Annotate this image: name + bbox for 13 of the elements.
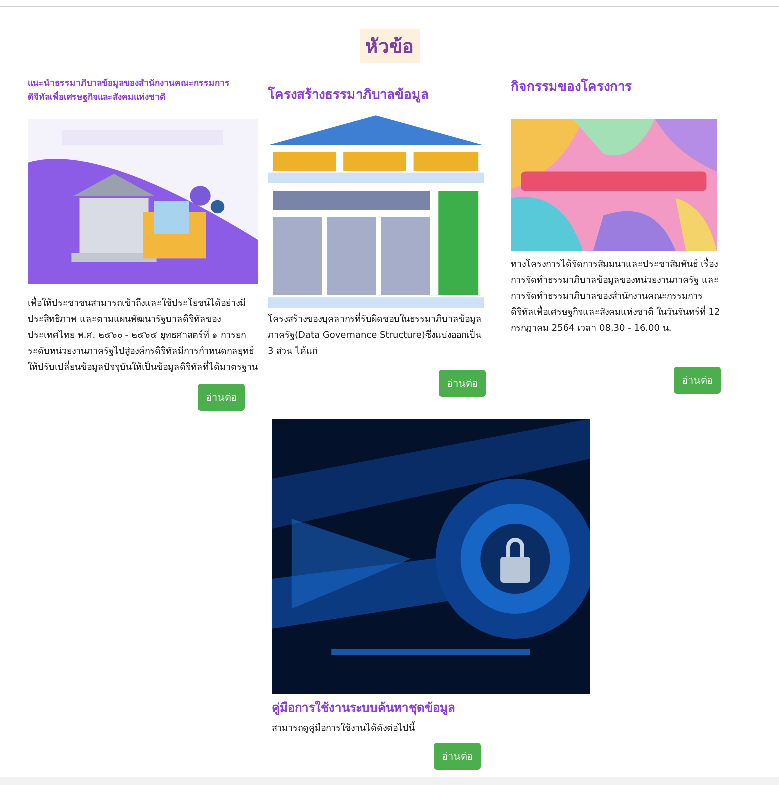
read-more-button[interactable]: อ่านต่อ bbox=[198, 384, 245, 411]
card-title[interactable]: โครงสร้างธรรมาภิบาลข้อมูล bbox=[268, 87, 486, 113]
card-description: เพื่อให้ประชาชนสามารถเข้าถึงและใช้ประโยชน์ได้อย่างมีประสิทธิภาพ และตามแผนพัฒนารัฐบาลดิจิทัลของประเทศไทย พ.ศ. ๒๕๖๐ - ๒๕๖๕ ยุทธศาสตร์ที่ ๑ การยกระดับหน่วยงานภาครัฐไปสู่องค์กรดิจิทัลมีการกำหนดกลยุทธ์ให้ปรับเปลี่ยนข้อมูลปัจจุบันให้เป็นข้อมูลดิจิทัลที่ได้มาตรฐาน bbox=[28, 296, 260, 376]
card-description: โครงสร้างของบุคลากรที่รับผิดชอบในธรรมาภิบาลข้อมูลภาครัฐ(Data Governance Structure)ซึ่งแบ่งออกเป็น 3 ส่วน ได้แก่ bbox=[268, 312, 486, 360]
card-description: ทางโครงการได้จัดการสัมมนาและประชาสัมพันธ์ เรื่อง การจัดทำธรรมาภิบาลข้อมูลของหน่วยงานภาครัฐ และการจัดทำธรรมาภิบาลของสำนักงานคณะกรรมการดิจิทัลเพื่อเศรษฐกิจและสังคมแห่งชาติ ในวันจันทร์ที่ 12 กรกฎาคม 2564 เวลา 08.30 - 16.00 น. bbox=[511, 257, 721, 337]
card-description: สามารถดูคู่มือการใช้งานได้ดังต่อไปนี้ bbox=[272, 721, 592, 735]
read-more-button[interactable]: อ่านต่อ bbox=[439, 370, 486, 397]
read-more-button[interactable]: อ่านต่อ bbox=[434, 743, 481, 770]
section-heading: หัวข้อ bbox=[360, 29, 420, 63]
card-title[interactable]: คู่มือการใช้งานระบบค้นหาชุดข้อมูล bbox=[272, 698, 592, 717]
card-title[interactable]: แนะนำธรรมาภิบาลข้อมูลของสำนักงานคณะกรรมการดิจิทัลเพื่อเศรษฐกิจและสังคมแห่งชาติ bbox=[28, 77, 260, 113]
card-title[interactable]: กิจกรรมของโครงการ bbox=[511, 79, 721, 119]
read-more-button[interactable]: อ่านต่อ bbox=[674, 367, 721, 394]
